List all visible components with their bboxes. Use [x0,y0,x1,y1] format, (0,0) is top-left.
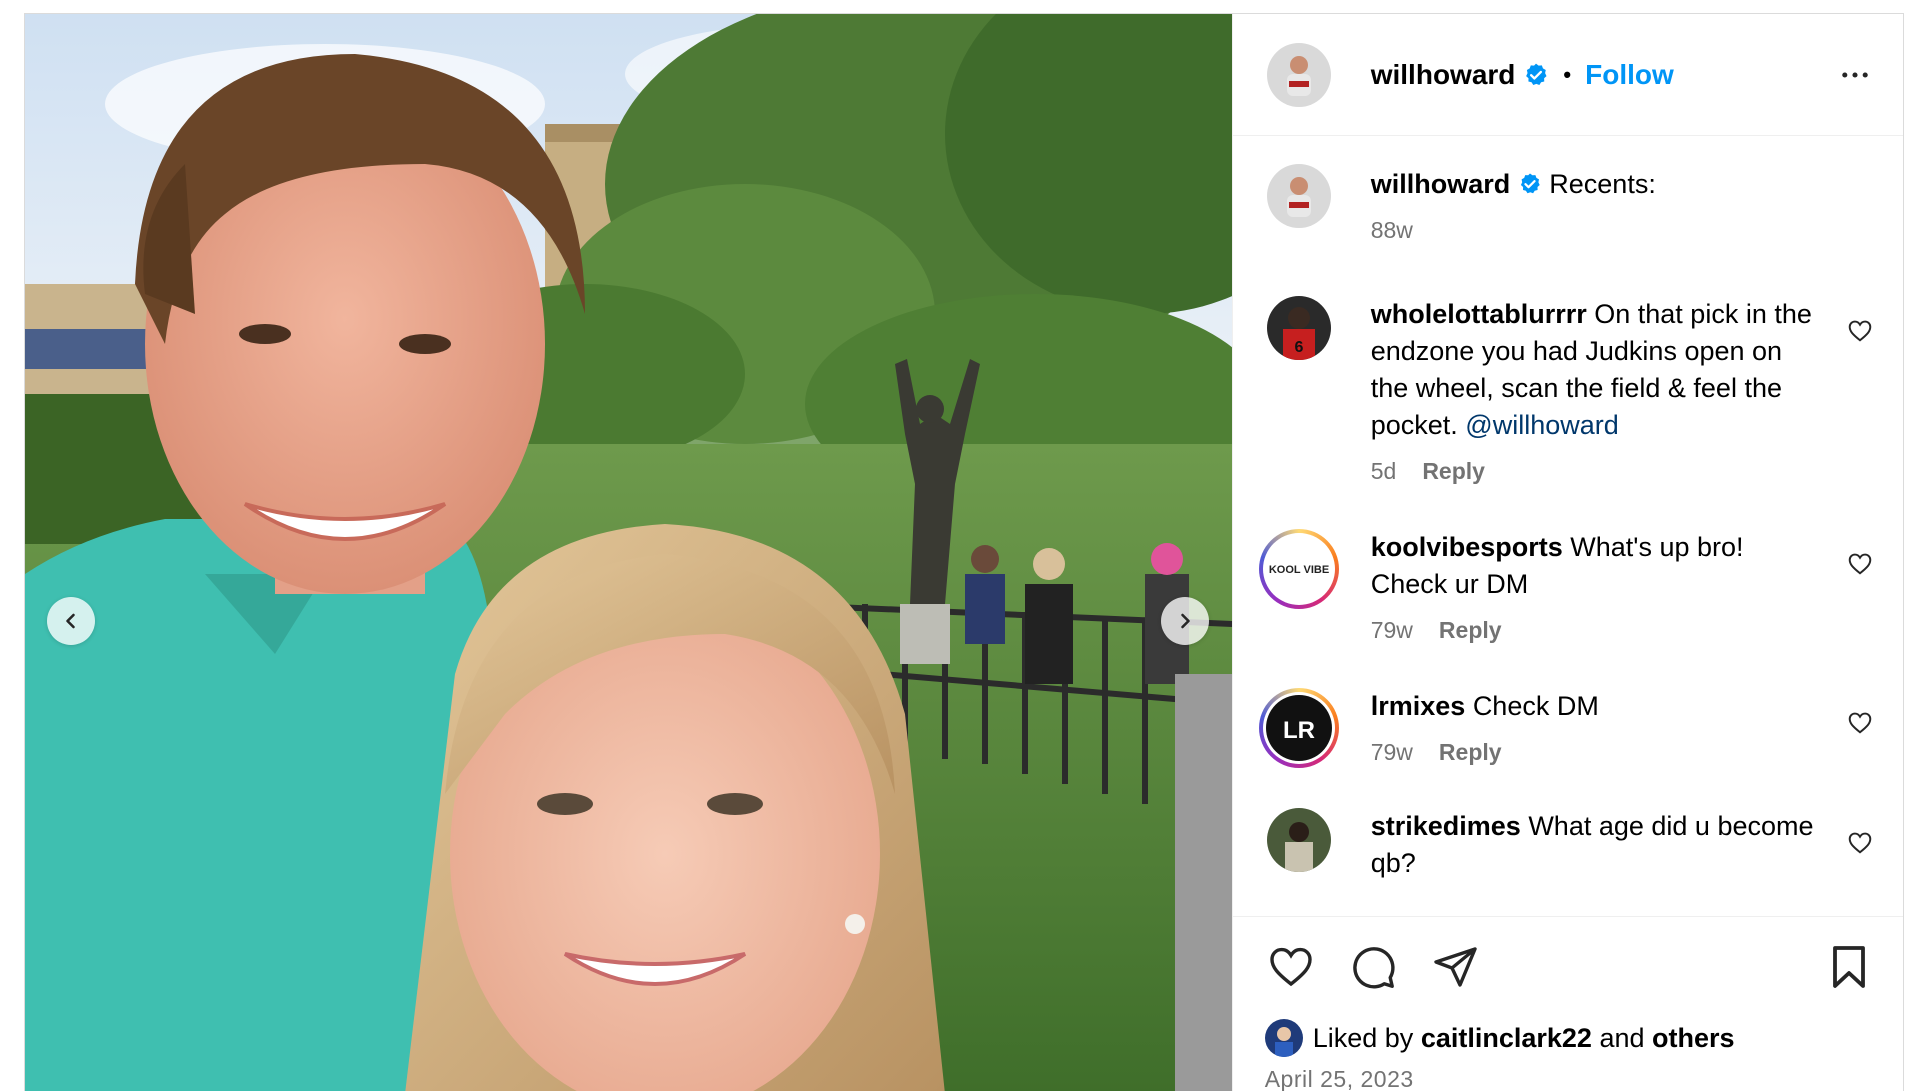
comment-mention[interactable]: @willhoward [1465,410,1618,440]
comment-username[interactable]: strikedimes [1371,811,1521,841]
post-dialog: willhoward • Follow willhoward Recents: … [24,13,1904,1091]
avatar-logo-text: LR [1283,717,1315,744]
likes-middle: and [1599,1022,1645,1053]
like-comment-heart-icon[interactable] [1847,710,1873,736]
author-username[interactable]: willhoward [1371,59,1516,91]
avatar-logo-text: KOOL VIBE [1269,564,1329,576]
reply-button[interactable]: Reply [1439,739,1502,766]
save-button[interactable] [1823,941,1875,993]
commenter-avatar[interactable]: 6 [1266,296,1331,360]
like-comment-heart-icon[interactable] [1847,551,1873,577]
caption-avatar[interactable] [1266,164,1331,228]
post-header: willhoward • Follow [1232,14,1903,136]
caption-text: Recents: [1549,169,1656,199]
likes-summary: Liked by caitlinclark22 and others [1233,1016,1903,1060]
post-side-panel: willhoward • Follow willhoward Recents: … [1231,14,1903,1091]
like-button[interactable] [1265,941,1317,993]
comment-age: 5d [1370,458,1397,484]
commenter-avatar: KOOL VIBE [1265,536,1332,602]
follow-button[interactable]: Follow [1585,59,1674,91]
story-ring[interactable]: LR [1258,688,1339,768]
header-separator: • [1563,61,1572,87]
caption: willhoward Recents: 88w [1233,164,1903,244]
caption-age: 88w [1370,217,1413,243]
comment-text: Check DM [1472,691,1599,721]
action-bar [1232,916,1903,1016]
liker-avatar[interactable] [1264,1019,1303,1057]
comment-age: 79w [1370,617,1413,643]
share-icon [1434,946,1477,987]
comment-item: strikedimes What age did u become qb? [1233,808,1903,882]
comment-age: 79w [1370,739,1413,765]
commenter-avatar[interactable] [1266,808,1331,872]
svg-text:6: 6 [1294,339,1303,356]
post-date: April 25, 2023 [1264,1066,1414,1091]
comments-list[interactable]: willhoward Recents: 88w 6 wholelottablur… [1233,136,1903,916]
comment-username[interactable]: wholelottablurrrr [1371,299,1587,329]
reply-button[interactable]: Reply [1422,458,1485,485]
comment-username[interactable]: koolvibesports [1371,532,1563,562]
share-button[interactable] [1429,941,1481,993]
heart-icon [1270,947,1312,986]
author-avatar[interactable] [1266,42,1331,107]
caption-username[interactable]: willhoward [1371,169,1511,199]
previous-photo-button[interactable] [47,597,95,645]
next-photo-button[interactable] [1161,597,1209,645]
more-options-button[interactable] [1835,55,1875,95]
likes-prefix: Liked by [1312,1022,1414,1053]
more-icon [1842,71,1868,78]
comment-icon [1352,946,1395,989]
likes-others-link[interactable]: others [1652,1023,1735,1053]
story-ring[interactable]: KOOL VIBE [1258,529,1339,609]
post-photo [25,14,1232,1091]
chevron-left-icon [66,613,75,629]
bookmark-icon [1833,945,1865,988]
like-comment-heart-icon[interactable] [1847,318,1873,344]
comment-item: KOOL VIBE koolvibesports What's up bro! … [1233,529,1903,644]
commenter-avatar: LR [1265,695,1332,761]
like-comment-heart-icon[interactable] [1847,830,1873,856]
comment-username[interactable]: lrmixes [1371,691,1466,721]
chevron-right-icon [1181,613,1190,629]
post-media[interactable] [25,14,1232,1091]
verified-badge-icon [1526,63,1547,85]
comment-item: LR lrmixes Check DM 79w Reply [1233,688,1903,768]
verified-badge-icon [1520,173,1540,194]
reply-button[interactable]: Reply [1439,617,1502,644]
comment-item: 6 wholelottablurrrr On that pick in the … [1233,296,1903,485]
comment-button[interactable] [1347,941,1399,993]
liker-username[interactable]: caitlinclark22 [1421,1023,1592,1053]
